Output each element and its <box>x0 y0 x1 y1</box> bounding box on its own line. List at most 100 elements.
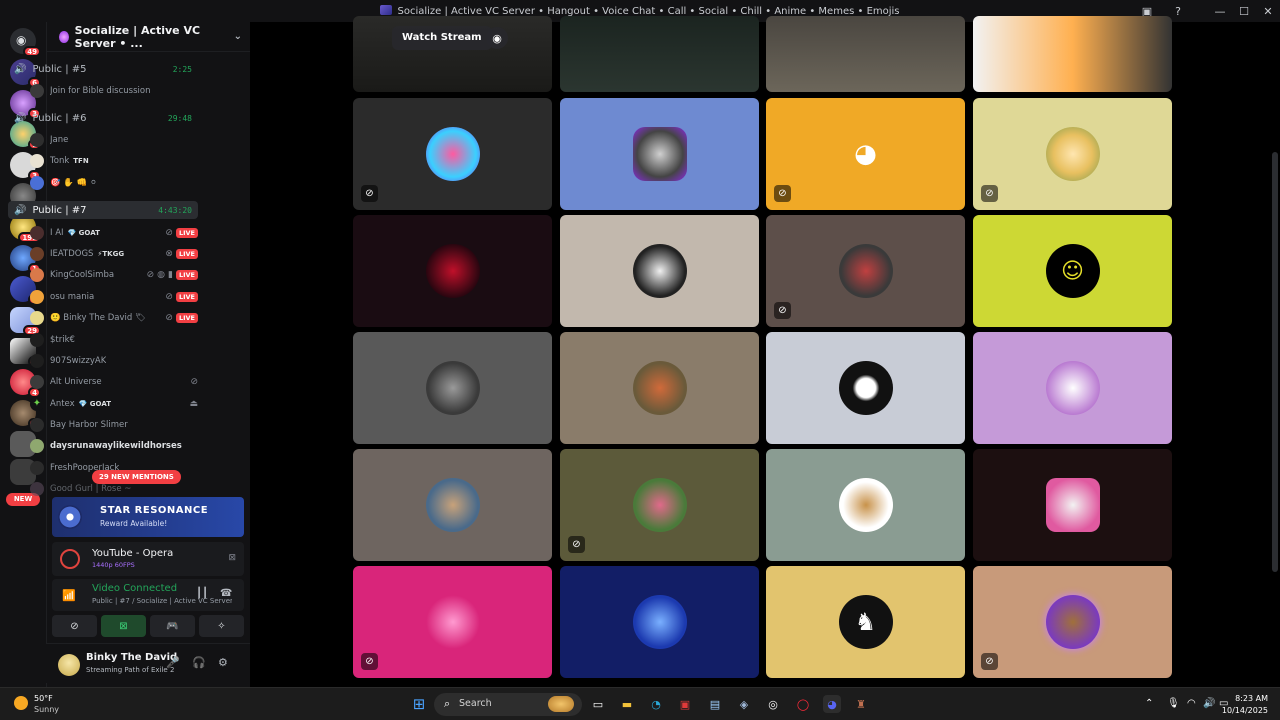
voice-location[interactable]: Public | #7 / Socialize | Active VC Serv… <box>92 597 232 605</box>
file-explorer-icon[interactable]: ▬ <box>618 695 636 713</box>
avatar <box>30 354 44 368</box>
participant-tile[interactable]: ⊘ <box>353 98 552 210</box>
voice-user[interactable]: ✦ Antex 💎 GOAT ⏏ <box>30 395 198 413</box>
badge: 49 <box>23 46 41 57</box>
participant-tile[interactable] <box>353 215 552 327</box>
notepad-icon[interactable]: ▤ <box>706 695 724 713</box>
minimize-button[interactable]: — <box>1208 0 1232 22</box>
microphone-icon[interactable]: 🎙 <box>1167 698 1180 709</box>
direct-messages-button[interactable]: ◉ 49 <box>10 28 41 57</box>
participant-tile[interactable] <box>560 332 759 444</box>
live-badge: LIVE <box>175 313 198 323</box>
participant-tile[interactable]: ⊘ <box>766 215 965 327</box>
live-badge: LIVE <box>175 292 198 302</box>
disconnect-icon[interactable]: ☎ <box>220 588 232 599</box>
participant-tile[interactable] <box>766 332 965 444</box>
voice-user[interactable]: Join for Bible discussion <box>30 82 198 100</box>
chevron-up-icon[interactable]: ⌃ <box>1145 698 1153 709</box>
voice-user[interactable]: IEATDOGS ⚡TKGG ⊗ LIVE <box>30 245 198 263</box>
avatar <box>1045 361 1100 415</box>
voice-user[interactable]: I AI 💎 GOAT ⊘ LIVE <box>30 224 198 242</box>
task-view-icon[interactable]: ▭ <box>589 695 607 713</box>
taskbar-search[interactable]: ⌕ Search <box>434 693 582 716</box>
participant-tile[interactable] <box>353 332 552 444</box>
stream-tile[interactable] <box>766 16 965 92</box>
sun-icon <box>14 696 28 710</box>
scrollbar[interactable] <box>1272 152 1278 572</box>
voice-user[interactable]: daysrunawaylikewildhorses <box>30 437 198 455</box>
help-icon[interactable]: ? <box>1171 4 1185 18</box>
participant-tile[interactable] <box>560 566 759 678</box>
avatar <box>30 333 44 347</box>
new-mentions-pill[interactable]: 29 NEW MENTIONS <box>92 470 181 484</box>
avatar <box>30 268 44 282</box>
activities-button[interactable]: 🎮 <box>150 615 195 637</box>
live-badge: LIVE <box>175 270 198 280</box>
mic-muted-icon: ⊘ <box>774 185 791 202</box>
headphones-icon[interactable]: 🎧 <box>192 656 206 669</box>
voice-channel-6[interactable]: 🔊 Public | #6 29:48 <box>8 109 198 127</box>
avatar[interactable] <box>58 654 80 676</box>
steam-icon[interactable]: ◈ <box>735 695 753 713</box>
stop-stream-icon[interactable]: ⊠ <box>228 553 236 563</box>
obs-icon[interactable]: ◎ <box>764 695 782 713</box>
voice-user[interactable]: 🙂 Binky The David 🏷 ⊘ LIVE <box>30 309 198 327</box>
noise-suppression-icon[interactable]: ┃┃ <box>196 588 208 599</box>
avatar: ♞ <box>838 595 893 649</box>
mic-muted-icon[interactable]: 🎤 <box>166 656 180 669</box>
participant-tile[interactable] <box>353 449 552 561</box>
opera-icon[interactable]: ◯ <box>794 695 812 713</box>
volume-icon[interactable]: 🔊 <box>1203 698 1215 709</box>
participant-tile[interactable] <box>560 98 759 210</box>
promo-banner[interactable]: STAR RESONANCE Reward Available! <box>52 497 244 537</box>
settings-gear-icon[interactable]: ⚙ <box>218 656 228 669</box>
participant-tile[interactable]: ☺ <box>973 215 1172 327</box>
system-clock[interactable]: 8:23 AM 10/14/2025 <box>1222 693 1268 717</box>
maximize-button[interactable]: ☐ <box>1232 0 1256 22</box>
participant-tile[interactable] <box>766 449 965 561</box>
activity-app: YouTube - Opera <box>92 548 174 559</box>
voice-user[interactable]: KingCoolSimba ⊘ ◍ ▮ LIVE <box>30 266 198 284</box>
voice-user[interactable]: Jane <box>30 131 198 149</box>
watch-stream-button[interactable]: Watch Stream <box>392 26 492 50</box>
participant-tile[interactable]: ⊘ <box>560 449 759 561</box>
voice-user[interactable]: osu mania ⊘ LIVE <box>30 288 198 306</box>
activity-panel[interactable]: YouTube - Opera 1440p 60FPS ⊠ <box>52 542 244 576</box>
windows-start-icon[interactable]: ⊞ <box>410 695 428 713</box>
voice-user[interactable]: Bay Harbor Slimer <box>30 416 198 434</box>
headphones-off-icon: ◍ <box>157 270 166 280</box>
voice-user[interactable]: 907SwizzyAK <box>30 352 198 370</box>
game-icon[interactable]: ♜ <box>852 695 870 713</box>
discord-icon[interactable]: ◕ <box>823 695 841 713</box>
stream-tile[interactable] <box>973 16 1172 92</box>
participant-tile[interactable]: ⊘ <box>353 566 552 678</box>
eye-icon[interactable]: ◉ <box>486 27 508 49</box>
participant-tile[interactable] <box>973 332 1172 444</box>
screen-share-button[interactable]: ⊠ <box>101 615 146 637</box>
participant-tile[interactable] <box>973 449 1172 561</box>
participant-tile[interactable]: ♞ <box>766 566 965 678</box>
participant-tile[interactable] <box>560 215 759 327</box>
soundboard-button[interactable]: ✧ <box>199 615 244 637</box>
close-button[interactable]: ✕ <box>1256 0 1280 22</box>
participant-tile[interactable]: ⊘ <box>973 98 1172 210</box>
server-header[interactable]: Socialize | Active VC Server • ... ⌄ <box>47 22 250 52</box>
voice-connection-panel: 📶 Video Connected Public | #7 / Socializ… <box>52 579 244 611</box>
camera-off-button[interactable]: ⊘ <box>52 615 97 637</box>
avatar <box>425 244 480 298</box>
voice-user[interactable]: Alt Universe ⊘ <box>30 373 198 391</box>
participant-tile[interactable]: ⊘ <box>973 566 1172 678</box>
voice-channel-7[interactable]: 🔊 Public | #7 4:43:20 <box>8 201 198 219</box>
edge-icon[interactable]: ◔ <box>647 695 665 713</box>
voice-channel-5[interactable]: 🔊 Public | #5 2:25 <box>8 60 198 78</box>
stream-tile[interactable] <box>560 16 759 92</box>
wifi-icon[interactable]: ◠ <box>1187 698 1196 709</box>
voice-user[interactable]: 🎯 ✋ 👊 ⚪ <box>30 174 198 192</box>
mic-muted-icon: ⊘ <box>568 536 585 553</box>
voice-user[interactable]: $trik€ <box>30 331 198 349</box>
voice-user[interactable]: Tonk TFN <box>30 152 198 170</box>
app-icon[interactable]: ▣ <box>676 695 694 713</box>
voice-status[interactable]: Video Connected <box>92 583 177 594</box>
user-status: Streaming Path of Exile 2 <box>86 666 175 674</box>
participant-tile[interactable]: ◕ ⊘ <box>766 98 965 210</box>
